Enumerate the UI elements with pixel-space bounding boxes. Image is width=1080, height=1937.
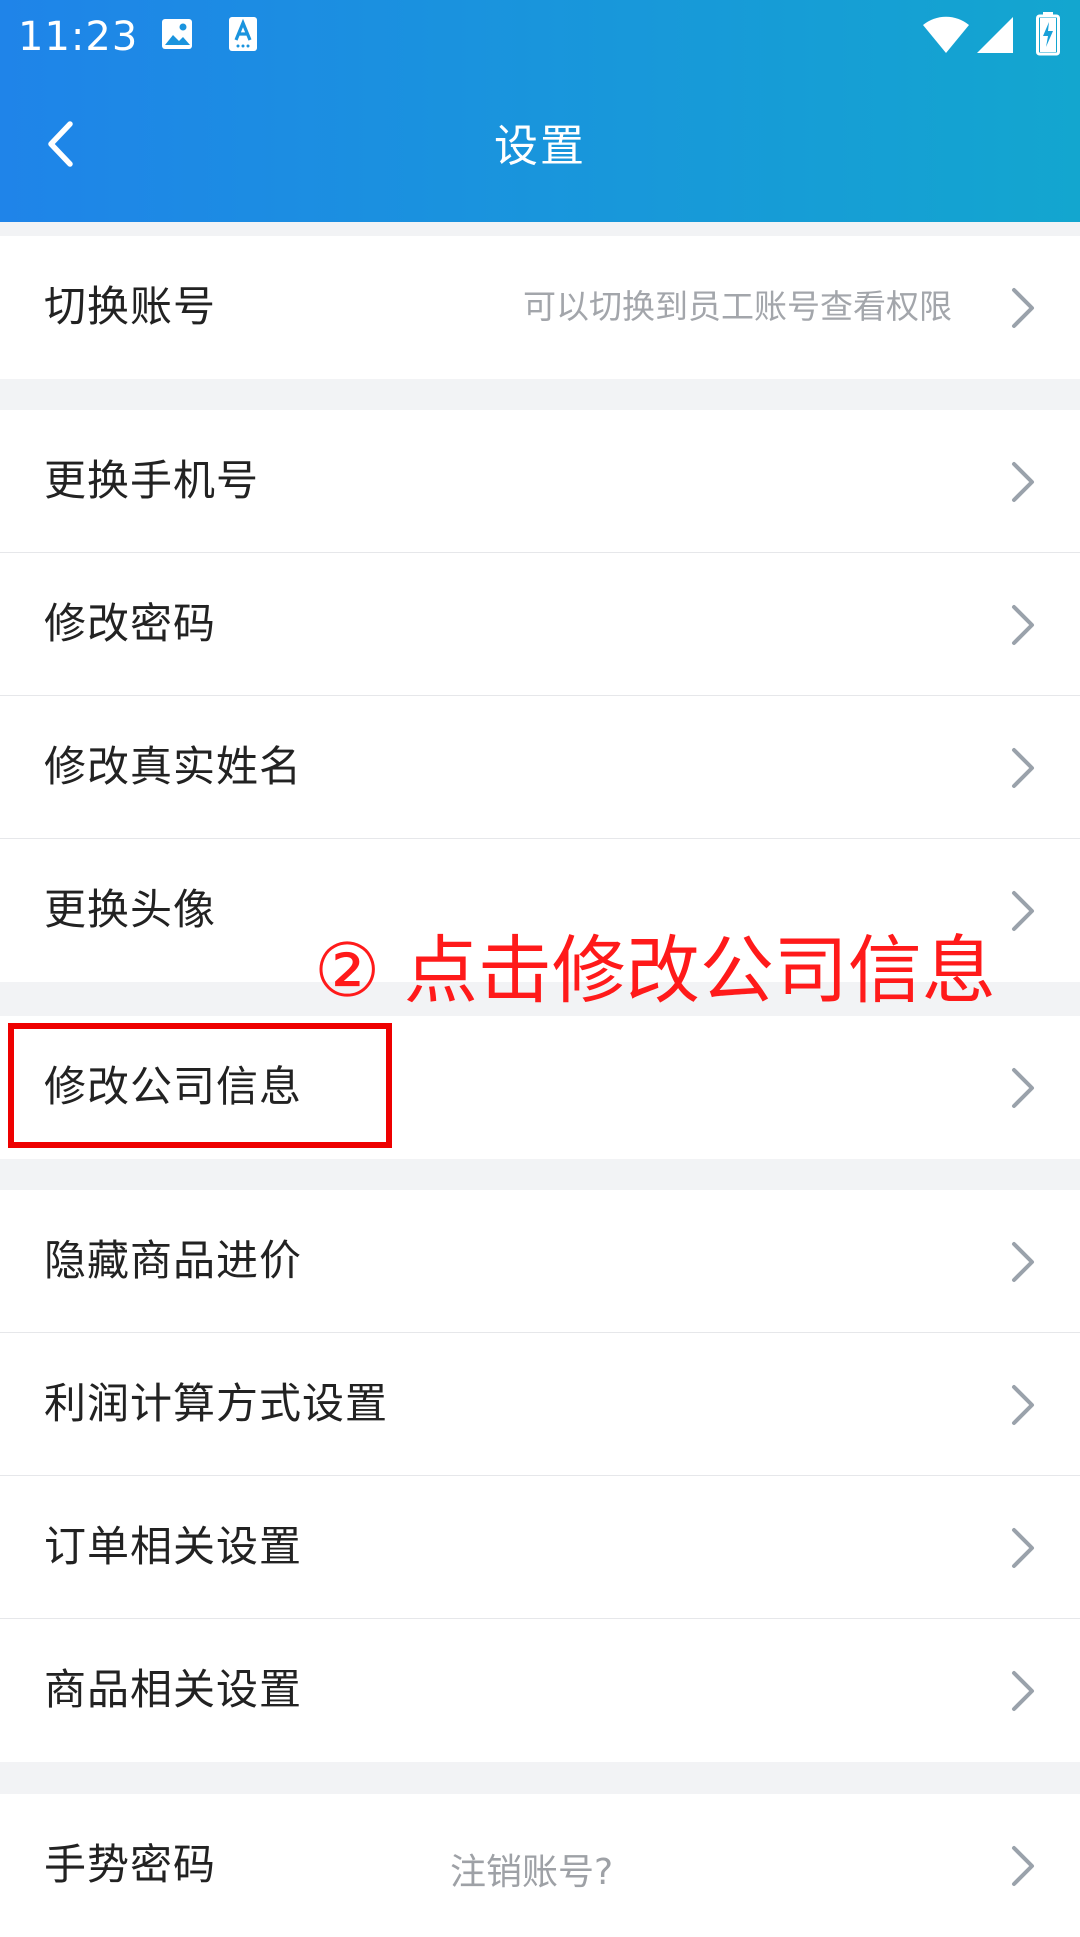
chevron-right-icon [1010,1845,1036,1887]
chevron-right-icon [1010,604,1036,646]
nav-bar: 设置 [0,74,1080,222]
settings-row[interactable]: 切换账号 可以切换到员工账号查看权限 [0,236,1080,379]
translate-icon [228,16,258,56]
settings-row-hint: 可以切换到员工账号查看权限 [523,287,952,326]
settings-row-label: 手势密码 [44,1840,217,1889]
chevron-right-icon [1010,1384,1036,1426]
settings-row[interactable]: 订单相关设置 [0,1476,1080,1619]
chevron-right-icon [1010,747,1036,789]
chevron-right-icon [1010,287,1036,329]
settings-row-label: 隐藏商品进价 [44,1236,303,1285]
settings-row[interactable]: 商品相关设置 [0,1619,1080,1762]
settings-row[interactable]: 隐藏商品进价 [0,1190,1080,1333]
status-bar: 11:23 [0,0,1080,74]
chevron-right-icon [1010,1670,1036,1712]
chevron-right-icon [1010,890,1036,932]
wifi-icon [922,16,970,58]
settings-row[interactable]: 修改真实姓名 [0,696,1080,839]
settings-row-label: 修改真实姓名 [44,742,303,791]
chevron-right-icon [1010,1067,1036,1109]
settings-row-label: 利润计算方式设置 [44,1379,389,1428]
chevron-right-icon [1010,1241,1036,1283]
settings-row[interactable]: 更换手机号 [0,410,1080,553]
settings-row-label: 修改密码 [44,599,217,648]
settings-group: 切换账号 可以切换到员工账号查看权限 [0,236,1080,379]
app-header: 11:23 设置 [0,0,1080,222]
logout-link[interactable]: 注销账号? [450,1848,613,1898]
settings-row-label: 切换账号 [44,282,217,331]
settings-group: 隐藏商品进价利润计算方式设置 订单相关设置 商品相关设置 [0,1190,1080,1762]
chevron-right-icon [1010,461,1036,503]
settings-row-label: 商品相关设置 [44,1665,303,1714]
status-time: 11:23 [18,14,139,60]
battery-charging-icon [1036,12,1060,60]
settings-row[interactable]: 利润计算方式设置 [0,1333,1080,1476]
image-icon [160,17,194,55]
settings-row-label: 更换头像 [44,885,217,934]
annotation-highlight-box [8,1023,392,1148]
annotation-text: ② 点击修改公司信息 [314,928,996,1014]
settings-row-label: 更换手机号 [44,456,260,505]
settings-group: 更换手机号修改密码修改真实姓名 更换头像 [0,410,1080,982]
signal-icon [976,16,1014,58]
page-title: 设置 [494,121,586,172]
settings-row[interactable]: 修改密码 [0,553,1080,696]
settings-row-label: 订单相关设置 [44,1522,303,1571]
chevron-right-icon [1010,1527,1036,1569]
